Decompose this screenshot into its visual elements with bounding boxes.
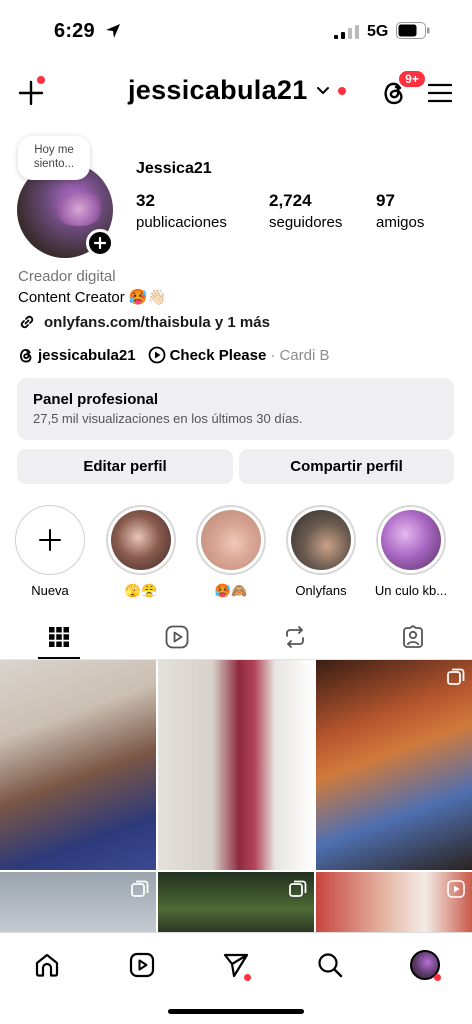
create-button[interactable] — [14, 76, 48, 110]
threads-badge[interactable]: jessicabula21 — [18, 347, 136, 364]
highlight-cover — [381, 510, 441, 570]
display-name: Jessica21 — [136, 160, 212, 177]
carousel-icon — [289, 880, 307, 897]
highlight-item[interactable]: Onlyfans — [276, 505, 366, 598]
stat-posts[interactable]: 32 publicaciones — [136, 191, 227, 231]
highlight-label: 🥵🙈 — [214, 583, 248, 598]
posts-grid — [0, 660, 472, 934]
reels-icon — [165, 625, 189, 648]
search-icon — [318, 953, 343, 978]
highlight-new[interactable]: Nueva — [5, 505, 95, 598]
tab-reposts[interactable] — [236, 614, 354, 659]
tab-tagged[interactable] — [354, 614, 472, 659]
share-profile-button[interactable]: Compartir perfil — [239, 449, 454, 484]
highlight-label: Nueva — [31, 583, 69, 598]
profile-notification-dot — [434, 974, 441, 981]
tagged-icon — [403, 624, 423, 648]
reels-icon — [129, 952, 155, 978]
carousel-icon — [131, 880, 149, 897]
music-badge[interactable]: Check Please · Cardi B — [148, 346, 330, 364]
nav-reels[interactable] — [122, 945, 162, 985]
grid-icon — [49, 626, 69, 647]
tab-reels[interactable] — [118, 614, 236, 659]
threads-icon — [20, 348, 32, 362]
location-arrow-icon — [106, 24, 120, 38]
post-thumbnail[interactable] — [0, 872, 156, 934]
highlight-ring — [15, 505, 85, 575]
highlight-item[interactable]: 🫣😤 — [96, 505, 186, 599]
home-icon — [35, 953, 59, 977]
panel-subtitle: 27,5 mil visualizaciones en los últimos … — [33, 411, 303, 426]
menu-icon — [428, 83, 452, 103]
highlight-label: Onlyfans — [295, 583, 347, 598]
post-thumbnail[interactable] — [158, 660, 314, 870]
account-switcher[interactable]: jessicabula21 — [128, 75, 346, 106]
bio-link[interactable]: onlyfans.com/thaisbula y 1 más — [18, 313, 270, 331]
nav-direct[interactable] — [216, 945, 256, 985]
music-artist: · Cardi B — [270, 346, 330, 364]
professional-dashboard[interactable]: Panel profesional 27,5 mil visualizacion… — [17, 378, 454, 440]
highlight-label: 🫣😤 — [124, 583, 158, 598]
stat-followers[interactable]: 2,724 seguidores — [269, 191, 342, 231]
highlight-ring — [376, 505, 446, 575]
highlight-label: Un culo kb... — [374, 583, 448, 598]
highlight-cover — [201, 510, 261, 570]
link-icon — [20, 315, 34, 329]
bio-category: Creador digital — [18, 268, 116, 285]
threads-notification-badge: 9+ — [397, 69, 427, 89]
nav-home[interactable] — [27, 945, 67, 985]
highlight-item[interactable]: Un culo kb... — [366, 505, 456, 598]
status-time: 6:29 — [54, 20, 95, 42]
bio-link-text: onlyfans.com/thaisbula y 1 más — [44, 313, 270, 331]
add-story-button[interactable] — [86, 229, 114, 257]
threads-handle: jessicabula21 — [38, 346, 136, 364]
play-circle-icon — [148, 346, 165, 364]
status-bar: 6:29 5G — [0, 0, 472, 62]
stat-label: seguidores — [269, 214, 343, 231]
chevron-down-icon — [316, 86, 329, 94]
post-thumbnail[interactable] — [316, 660, 472, 870]
profile-badges-row: jessicabula21 Check Please · Cardi B — [18, 346, 330, 364]
create-notification-dot — [37, 76, 45, 84]
account-notification-dot — [337, 86, 346, 95]
stat-label: publicaciones — [136, 214, 227, 231]
highlight-cover — [111, 510, 171, 570]
panel-title: Panel profesional — [33, 391, 159, 408]
bio-text: Content Creator 🥵👋🏻 — [18, 289, 167, 306]
network-type: 5G — [367, 23, 389, 40]
stat-value: 32 — [136, 191, 155, 210]
nav-search[interactable] — [310, 945, 350, 985]
highlight-ring — [196, 505, 266, 575]
post-thumbnail[interactable] — [0, 660, 156, 870]
highlight-ring — [286, 505, 356, 575]
post-thumbnail[interactable] — [316, 872, 472, 934]
battery-icon — [396, 22, 430, 39]
plus-icon — [94, 237, 106, 249]
stat-friends[interactable]: 97 amigos — [376, 191, 424, 231]
stat-value: 2,724 — [269, 191, 312, 210]
highlight-ring — [106, 505, 176, 575]
edit-profile-button[interactable]: Editar perfil — [17, 449, 233, 484]
stat-value: 97 — [376, 191, 395, 210]
carousel-icon — [447, 668, 465, 685]
tab-posts[interactable] — [0, 614, 118, 659]
plus-icon — [39, 529, 61, 551]
repost-icon — [286, 625, 304, 648]
post-thumbnail[interactable] — [158, 872, 314, 934]
note-bubble[interactable]: Hoy me siento... — [18, 136, 90, 180]
profile-tabs — [0, 614, 472, 660]
stat-label: amigos — [376, 214, 425, 231]
highlight-item[interactable]: 🥵🙈 — [186, 505, 276, 599]
reel-indicator-icon — [447, 880, 465, 898]
menu-button[interactable] — [426, 79, 454, 107]
top-nav: jessicabula21 9+ — [0, 66, 472, 120]
profile-username: jessicabula21 — [128, 75, 308, 105]
highlight-cover — [291, 510, 351, 570]
music-title: Check Please — [169, 346, 267, 364]
signal-icon — [334, 25, 359, 39]
nav-profile[interactable] — [405, 945, 445, 985]
direct-notification-dot — [244, 974, 251, 981]
home-indicator — [168, 1009, 304, 1014]
